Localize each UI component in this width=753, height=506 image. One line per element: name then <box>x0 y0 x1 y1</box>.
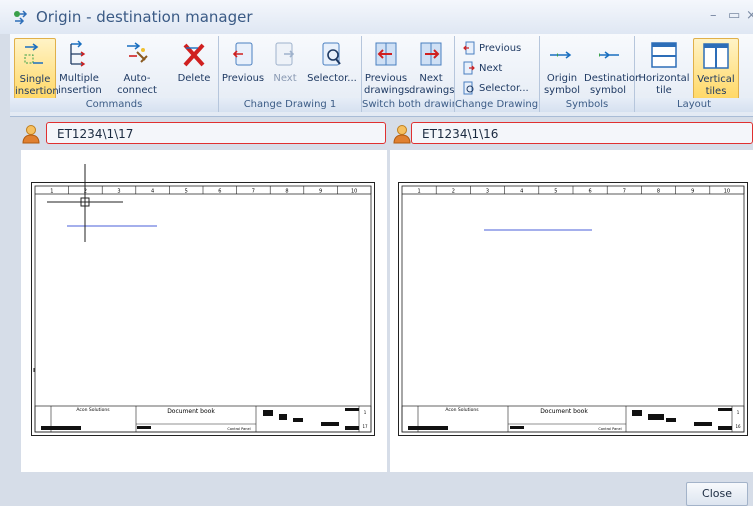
ribbon: Single insertion Multiple insertion Auto… <box>10 34 753 117</box>
previous-drawing-2-button[interactable]: Previous <box>463 40 521 58</box>
column-number: 8 <box>285 189 288 195</box>
single-insertion-button[interactable]: Single insertion <box>14 38 59 100</box>
vertical-tiles-button[interactable]: Vertical tiles <box>693 38 739 100</box>
group-commands: Single insertion Multiple insertion Auto… <box>10 36 219 112</box>
right-drawing-pane[interactable]: 1 2 3 4 5 6 7 8 9 10 Acon Solutions Document book… <box>390 150 753 472</box>
close-button[interactable]: Close <box>686 482 748 506</box>
previous-drawing-1-button[interactable]: Previous <box>221 38 265 98</box>
user-icon <box>393 125 411 144</box>
group-label-change-drawing-1: Change Drawing 1 <box>219 98 361 112</box>
next-drawing-1-button[interactable]: Next <box>267 38 303 98</box>
destination-symbol-button[interactable]: Destination symbol <box>584 38 641 98</box>
multiple-insertion-button[interactable]: Multiple insertion <box>58 38 102 98</box>
group-layout: Horizontal tile Vertical tiles Layout <box>635 36 753 112</box>
destination-symbol-icon <box>599 51 619 59</box>
column-number: 9 <box>691 189 694 195</box>
column-number: 8 <box>657 189 660 195</box>
previous-page-icon <box>232 42 253 66</box>
column-number: 7 <box>623 189 626 195</box>
column-number: 1 <box>418 189 421 195</box>
delete-button[interactable]: Delete <box>174 38 214 98</box>
column-number: 4 <box>151 189 154 195</box>
minimize-button[interactable]: – <box>710 8 717 23</box>
right-drawing-sheet: 1 2 3 4 5 6 7 8 9 10 Acon Solutions Document book… <box>398 182 748 436</box>
column-number: 10 <box>724 189 730 195</box>
column-number: 10 <box>351 189 357 195</box>
multiple-insertion-icon <box>70 40 86 67</box>
left-drawing-pane[interactable]: 12345678910 Acon Solutions Document book… <box>21 150 387 472</box>
revision-number: 1 <box>364 410 367 415</box>
group-symbols: Origin symbol Destination symbol Symbols <box>540 36 641 112</box>
left-drawing-path-field[interactable]: ET1234\1\17 <box>46 122 386 144</box>
group-switch-both-drawings: Previous drawings Next drawings Switch b… <box>362 36 455 112</box>
column-number: 6 <box>589 189 592 195</box>
next-drawing-2-button[interactable]: Next <box>463 60 502 78</box>
page-number: 17 <box>362 424 368 429</box>
next-both-drawings-button[interactable]: Next drawings <box>409 38 454 98</box>
footer-bar <box>0 472 753 506</box>
right-drawing-path-field[interactable]: ET1234\1\16 <box>411 122 753 144</box>
selector-small-icon <box>463 81 474 95</box>
origin-symbol-icon <box>550 51 572 59</box>
origin-symbol-button[interactable]: Origin symbol <box>542 38 582 98</box>
window-title: Origin - destination manager <box>36 8 253 26</box>
column-number: 5 <box>185 189 188 195</box>
auto-connect-button[interactable]: Auto-connect <box>104 38 170 98</box>
crosshair-cursor-icon <box>47 164 123 242</box>
next-small-icon <box>463 61 475 75</box>
panel-name: Control Panel <box>227 427 250 431</box>
group-label-switch-both: Switch both drawings <box>362 98 454 112</box>
column-number: 9 <box>319 189 322 195</box>
column-number: 3 <box>486 189 489 195</box>
group-label-layout: Layout <box>635 98 753 112</box>
single-insertion-icon <box>24 43 43 64</box>
app-icon <box>14 10 28 25</box>
group-label-change-drawing-2: Change Drawing 2 <box>455 98 539 112</box>
auto-connect-icon <box>127 42 148 63</box>
previous-small-icon <box>463 41 475 55</box>
selector-drawing-1-button[interactable]: Selector... <box>305 38 359 98</box>
column-number: 4 <box>520 189 523 195</box>
horizontal-tile-icon <box>651 42 677 68</box>
page-number: 16 <box>735 424 741 429</box>
delete-icon <box>183 43 205 67</box>
group-label-commands: Commands <box>10 98 218 112</box>
previous-both-drawings-button[interactable]: Previous drawings <box>364 38 409 98</box>
close-window-button[interactable]: × <box>746 8 753 23</box>
company-name: Acon Solutions <box>445 407 479 413</box>
next-both-icon <box>420 42 442 66</box>
group-change-drawing-1: Previous Next Selector... Change Drawing… <box>219 36 362 112</box>
document-title: Document book <box>540 408 588 415</box>
title-bar: Origin - destination manager – ▭ × <box>0 0 753 34</box>
group-change-drawing-2: Previous Next Selector... Change Drawing… <box>455 36 540 112</box>
column-number: 6 <box>218 189 221 195</box>
company-name: Acon Solutions <box>76 407 110 413</box>
maximize-button[interactable]: ▭ <box>728 8 740 23</box>
panel-name: Control Panel <box>598 427 621 431</box>
column-number: 2 <box>452 189 455 195</box>
group-label-symbols: Symbols <box>540 98 634 112</box>
column-number: 7 <box>252 189 255 195</box>
horizontal-tile-button[interactable]: Horizontal tile <box>637 38 691 98</box>
selector-drawing-2-button[interactable]: Selector... <box>463 80 529 98</box>
previous-both-icon <box>375 42 397 66</box>
selector-icon <box>322 42 341 66</box>
next-page-icon <box>275 42 295 66</box>
column-number: 5 <box>554 189 557 195</box>
vertical-tiles-icon <box>703 43 729 69</box>
document-title: Document book <box>167 408 215 415</box>
revision-number: 1 <box>737 410 740 415</box>
user-icon <box>22 125 40 144</box>
